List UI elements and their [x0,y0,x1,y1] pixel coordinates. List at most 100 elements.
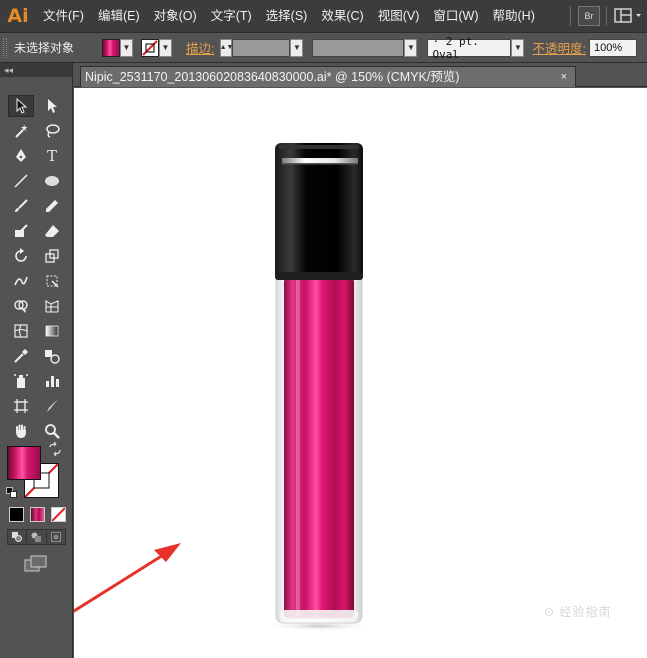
draw-behind-icon [31,532,42,542]
menu-view[interactable]: 视图(V) [371,0,427,32]
menu-divider [606,6,607,26]
perspective-grid-icon [45,300,59,313]
default-colors-icon[interactable] [6,487,17,498]
symbol-sprayer-icon [14,374,28,388]
column-graph-icon [46,376,59,387]
menu-select[interactable]: 选择(S) [259,0,315,32]
selection-tool[interactable] [8,95,34,117]
brush-dropdown[interactable]: ▼ [511,38,525,57]
panel-grip[interactable] [3,37,7,58]
blend-tool[interactable] [39,345,65,367]
menu-edit[interactable]: 编辑(E) [91,0,147,32]
rotate-tool[interactable] [8,245,34,267]
illustrator-window: Ai 文件(F) 编辑(E) 对象(O) 文字(T) 选择(S) 效果(C) 视… [0,0,647,658]
fill-dropdown[interactable]: ▼ [120,38,133,57]
lasso-tool[interactable] [39,120,65,142]
ellipse-icon [45,176,59,186]
document-tab[interactable]: Nipic_2531170_20130602083640830000.ai* @… [80,66,576,87]
menu-file[interactable]: 文件(F) [36,0,91,32]
control-bar: 未选择对象 ▼ ▼ 描边: ▲▼ ▼ ▼ · 2 pt. Oval ▼ 不透明度… [0,32,647,63]
variable-width-field[interactable] [312,38,405,57]
tools-panel: ◂◂ T [0,63,73,658]
color-mode-button[interactable] [9,507,24,522]
none-mode-button[interactable] [51,507,66,522]
arrow-shaft [74,550,169,613]
menu-effect[interactable]: 效果(C) [314,0,370,32]
fill-swatch[interactable] [102,38,120,57]
fill-color-box[interactable] [7,446,41,480]
stroke-weight-dropdown[interactable]: ▼ [290,38,304,57]
artboard-tool[interactable] [8,395,34,417]
artboard-icon [14,399,28,413]
draw-normal-icon [12,532,23,542]
menu-type[interactable]: 文字(T) [204,0,259,32]
free-transform-tool[interactable] [39,270,65,292]
lip-gloss-tube[interactable] [275,143,363,624]
stroke-weight-stepper[interactable]: ▲▼ [220,38,233,57]
line-segment-tool[interactable] [8,170,34,192]
shape-builder-icon [14,300,28,313]
workspace-switcher-button[interactable] [614,6,644,26]
stroke-swatch[interactable] [141,38,159,57]
stroke-dropdown[interactable]: ▼ [159,38,172,57]
draw-inside-button[interactable] [47,530,65,544]
mesh-icon [14,324,28,338]
screen-mode-button[interactable] [24,555,48,573]
artboard-canvas[interactable]: ⊙ 经验指南 [74,88,647,658]
menu-list: 文件(F) 编辑(E) 对象(O) 文字(T) 选择(S) 效果(C) 视图(V… [36,0,542,32]
magnifier-icon [45,424,60,439]
variable-width-dropdown[interactable]: ▼ [404,38,418,57]
pen-tool[interactable] [8,145,34,167]
stroke-weight-field[interactable] [232,38,291,57]
line-segment-icon [14,174,28,188]
column-graph-tool[interactable] [39,370,65,392]
magic-wand-icon [15,124,28,138]
slice-tool[interactable] [39,395,65,417]
type-tool[interactable]: T [39,145,65,167]
opacity-field[interactable]: 100% [588,38,637,57]
eyedropper-tool[interactable] [8,345,34,367]
zoom-tool[interactable] [39,420,65,442]
perspective-grid-tool[interactable] [39,295,65,317]
opacity-label[interactable]: 不透明度: [532,38,585,57]
mesh-tool[interactable] [8,320,34,342]
blend-icon [45,350,60,364]
draw-normal-button[interactable] [8,530,28,544]
close-tab-icon[interactable]: × [561,67,567,87]
tools-panel-header[interactable]: ◂◂ [0,63,72,77]
hand-tool[interactable] [8,420,34,442]
paintbrush-tool[interactable] [8,195,34,217]
menu-help[interactable]: 帮助(H) [486,0,542,32]
menu-window[interactable]: 窗口(W) [426,0,485,32]
selection-status: 未选择对象 [14,41,75,55]
drawing-modes-group [7,529,66,545]
draw-behind-button[interactable] [27,530,47,544]
cap-rim [275,272,363,280]
swap-fill-stroke-icon[interactable] [48,441,62,457]
menu-bar: Ai 文件(F) 编辑(E) 对象(O) 文字(T) 选择(S) 效果(C) 视… [0,0,647,32]
menu-object[interactable]: 对象(O) [147,0,204,32]
magic-wand-tool[interactable] [8,120,34,142]
brush-definition-field[interactable]: · 2 pt. Oval [427,35,512,61]
workspace-layout-icon [614,8,641,23]
eraser-icon [45,225,59,237]
none-slash-icon [51,507,66,522]
lasso-icon [46,124,60,138]
warp-tool[interactable] [8,270,34,292]
shape-builder-tool[interactable] [8,295,34,317]
stroke-label[interactable]: 描边: [186,38,214,57]
pencil-tool[interactable] [39,195,65,217]
eyedropper-icon [14,349,28,363]
slice-knife-icon [47,399,58,412]
blob-brush-tool[interactable] [8,220,34,242]
ellipse-tool[interactable] [39,170,65,192]
eraser-tool[interactable] [39,220,65,242]
scale-tool[interactable] [39,245,65,267]
pencil-icon [46,200,58,212]
gradient-tool[interactable] [39,320,65,342]
symbol-sprayer-tool[interactable] [8,370,34,392]
bridge-button[interactable]: Br [578,6,600,26]
gradient-mode-button[interactable] [30,507,45,522]
menu-divider [570,6,571,26]
direct-selection-tool[interactable] [39,95,65,117]
